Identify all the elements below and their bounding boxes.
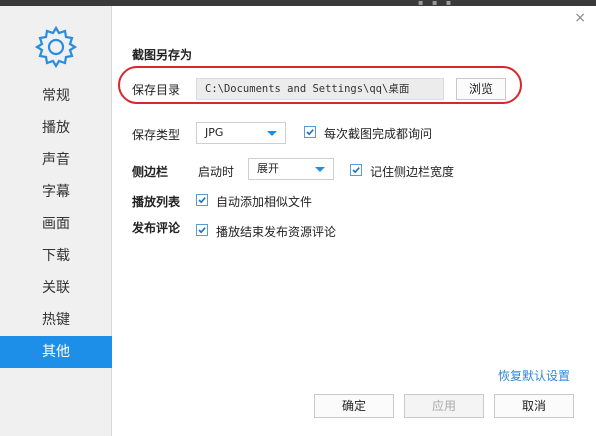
sidebar-item-download[interactable]: 下载	[0, 240, 112, 272]
auto-add-checkbox[interactable]	[196, 194, 208, 206]
chevron-down-icon	[267, 131, 277, 136]
remember-width-checkbox[interactable]	[350, 164, 362, 176]
sidebar-item-other[interactable]: 其他	[0, 336, 112, 368]
checkmark-icon	[352, 167, 360, 174]
save-type-label: 保存类型	[132, 128, 181, 142]
checkmark-icon	[306, 129, 314, 136]
save-dir-label: 保存目录	[132, 83, 181, 97]
sidebar-item-picture[interactable]: 画面	[0, 208, 112, 240]
startup-select[interactable]: 展开	[248, 158, 334, 180]
review-after-checkbox[interactable]	[196, 224, 208, 236]
review-after-label: 播放结束发布资源评论	[216, 225, 337, 239]
remember-width-label: 记住侧边栏宽度	[370, 165, 455, 179]
ok-button[interactable]: 确定	[314, 394, 394, 418]
chevron-down-icon	[315, 167, 325, 172]
checkmark-icon	[198, 227, 206, 234]
browse-button[interactable]: 浏览	[456, 78, 506, 100]
startup-value: 展开	[257, 162, 279, 175]
auto-add-label: 自动添加相似文件	[216, 195, 313, 209]
save-dir-field[interactable]: C:\Documents and Settings\qq\桌面	[196, 78, 444, 100]
review-label: 发布评论	[132, 221, 181, 235]
save-type-select[interactable]: JPG	[196, 122, 286, 144]
cancel-button[interactable]: 取消	[494, 394, 574, 418]
playlist-label: 播放列表	[132, 195, 181, 209]
sidebar-item-association[interactable]: 关联	[0, 272, 112, 304]
save-type-value: JPG	[205, 126, 224, 139]
settings-sidebar: 常规 播放 声音 字幕 画面 下载 关联 热键 其他	[0, 6, 112, 436]
screenshot-section-title: 截图另存为	[132, 48, 193, 62]
sidebar-item-general[interactable]: 常规	[0, 80, 112, 112]
sidebar-item-playback[interactable]: 播放	[0, 112, 112, 144]
settings-gear-icon	[34, 25, 78, 69]
settings-panel: × 截图另存为 保存目录 C:\Documents and Settings\q…	[112, 6, 596, 436]
restore-defaults-link[interactable]: 恢复默认设置	[498, 367, 570, 384]
ask-each-label: 每次截图完成都询问	[324, 127, 433, 141]
sidebar-list: 常规 播放 声音 字幕 画面 下载 关联 热键 其他	[0, 80, 112, 368]
sidebar-setting-label: 侧边栏	[132, 165, 169, 179]
close-icon[interactable]: ×	[574, 10, 586, 26]
startup-label: 启动时	[198, 165, 235, 179]
sidebar-item-hotkeys[interactable]: 热键	[0, 304, 112, 336]
sidebar-item-sound[interactable]: 声音	[0, 144, 112, 176]
ask-each-checkbox[interactable]	[304, 126, 316, 138]
apply-button[interactable]: 应用	[404, 394, 484, 418]
checkmark-icon	[198, 197, 206, 204]
sidebar-item-subtitles[interactable]: 字幕	[0, 176, 112, 208]
